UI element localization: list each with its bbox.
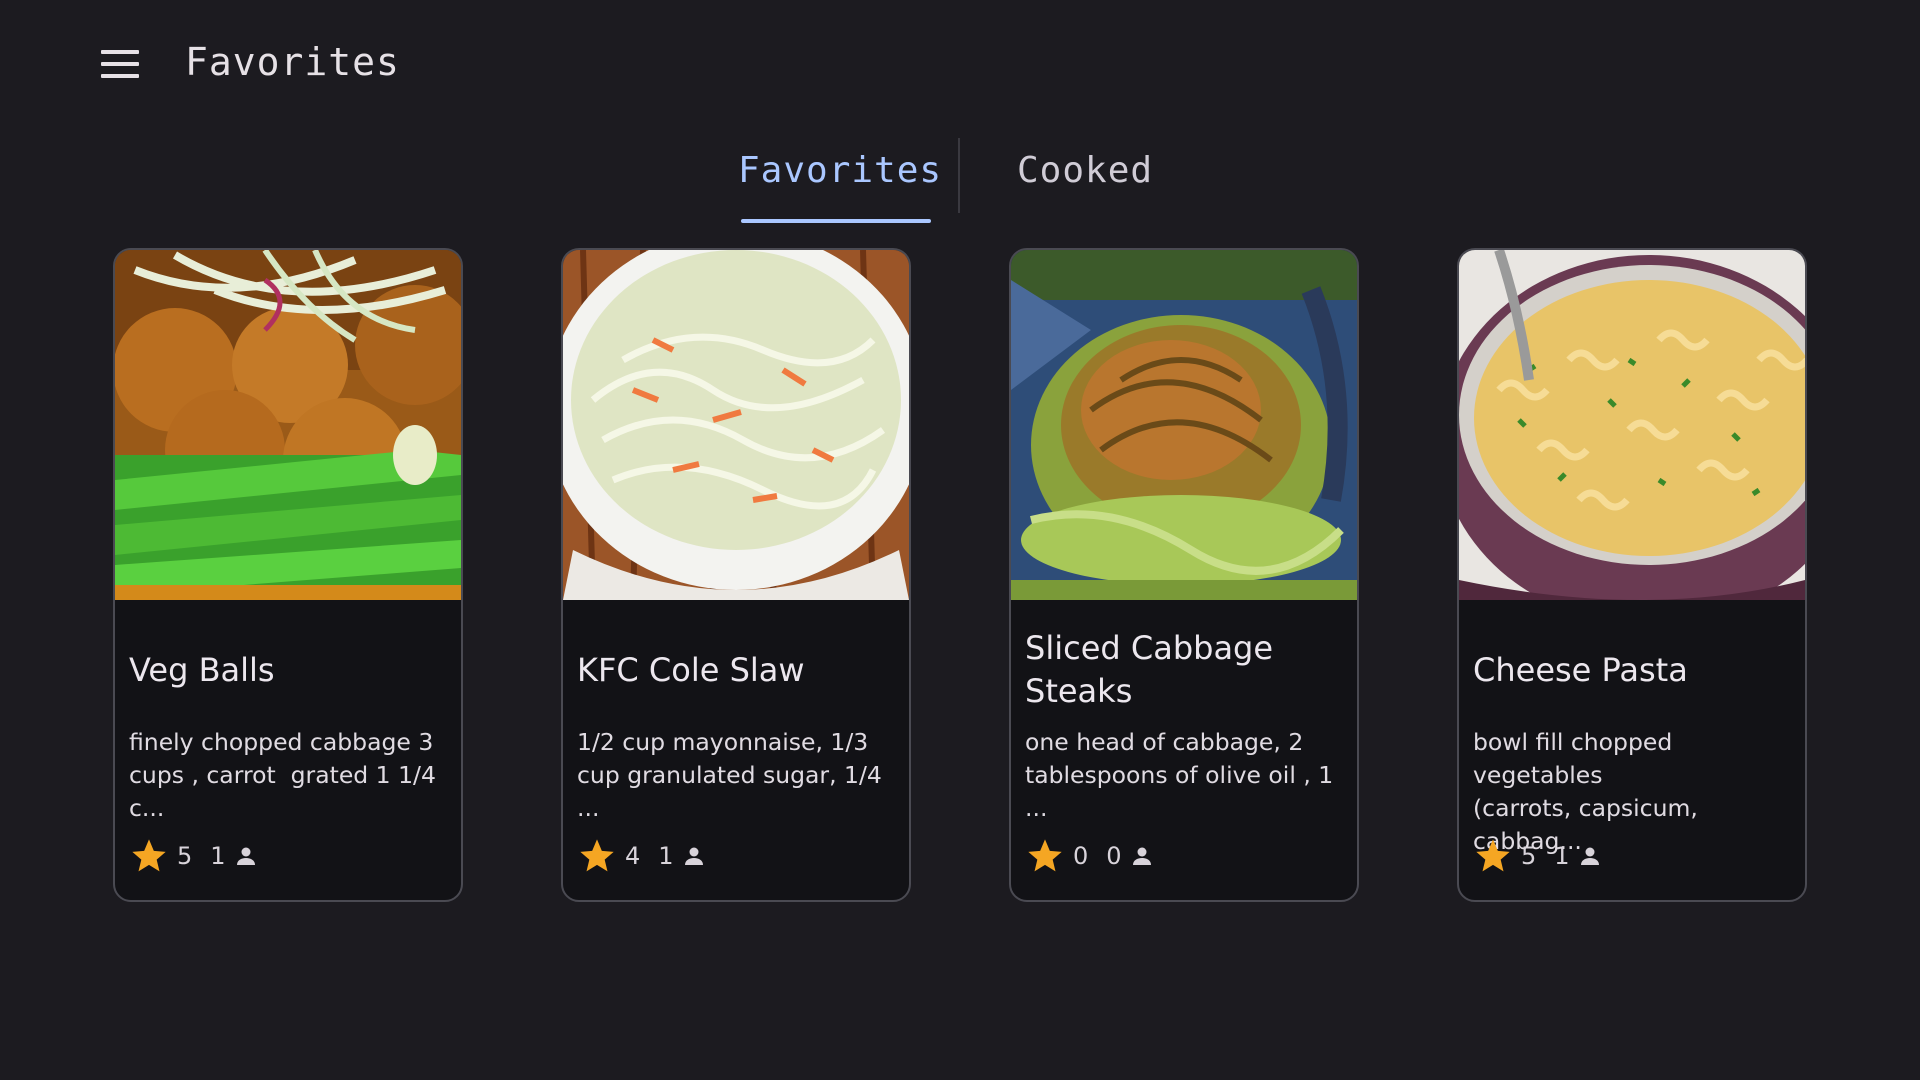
recipe-meta: 5 1 xyxy=(1473,834,1602,878)
veg-balls-photo xyxy=(115,250,461,600)
cabbage-steaks-photo xyxy=(1011,250,1357,600)
recipe-title: KFC Cole Slaw xyxy=(577,650,805,689)
star-icon xyxy=(580,839,614,872)
cheese-pasta-photo xyxy=(1459,250,1805,600)
menu-line xyxy=(101,74,139,78)
recipe-description: one head of cabbage, 2 tablespoons of ol… xyxy=(1025,728,1334,822)
recipe-description: 1/2 cup mayonnaise, 1/3 cup granulated s… xyxy=(577,728,882,822)
star-icon xyxy=(1476,839,1510,872)
recipe-grid: Veg Balls finely chopped cabbage 3 cups … xyxy=(0,248,1920,904)
rating-value: 5 xyxy=(1521,842,1537,870)
rating-value: 4 xyxy=(625,842,641,870)
person-icon xyxy=(1132,847,1151,865)
cooked-count: 1 xyxy=(658,842,674,870)
person-icon xyxy=(236,847,255,865)
recipe-title: Sliced Cabbage Steaks xyxy=(1025,629,1274,710)
cooked-count: 1 xyxy=(1554,842,1570,870)
recipe-meta: 4 1 xyxy=(577,834,706,878)
recipe-description: finely chopped cabbage 3 cups , carrot g… xyxy=(129,728,436,822)
tab-favorites[interactable]: Favorites xyxy=(738,150,942,191)
person-icon xyxy=(1580,847,1599,865)
cooked-count: 0 xyxy=(1106,842,1122,870)
rating-value: 5 xyxy=(177,842,193,870)
recipe-card[interactable]: Sliced Cabbage Steaks one head of cabbag… xyxy=(1009,248,1359,902)
recipe-card[interactable]: KFC Cole Slaw 1/2 cup mayonnaise, 1/3 cu… xyxy=(561,248,911,902)
recipe-title: Veg Balls xyxy=(129,650,275,689)
page-title: Favorites xyxy=(185,40,400,84)
hamburger-menu-icon[interactable] xyxy=(96,45,144,83)
rating-value: 0 xyxy=(1073,842,1089,870)
tab-divider xyxy=(958,138,960,213)
recipe-meta: 0 0 xyxy=(1025,834,1154,878)
cole-slaw-photo xyxy=(563,250,909,600)
cooked-count: 1 xyxy=(210,842,226,870)
recipe-title: Cheese Pasta xyxy=(1473,650,1688,689)
star-icon xyxy=(132,839,166,872)
star-icon xyxy=(1028,839,1062,872)
menu-line xyxy=(101,62,139,66)
tab-cooked[interactable]: Cooked xyxy=(1017,150,1153,191)
menu-line xyxy=(101,50,139,54)
person-icon xyxy=(684,847,703,865)
recipe-card[interactable]: Cheese Pasta bowl fill chopped vegetable… xyxy=(1457,248,1807,902)
tab-row: Favorites Cooked xyxy=(0,135,1920,225)
recipe-meta: 5 1 xyxy=(129,834,258,878)
recipe-card[interactable]: Veg Balls finely chopped cabbage 3 cups … xyxy=(113,248,463,902)
tab-selected-indicator xyxy=(741,219,931,223)
top-app-bar: Favorites xyxy=(0,0,1920,125)
